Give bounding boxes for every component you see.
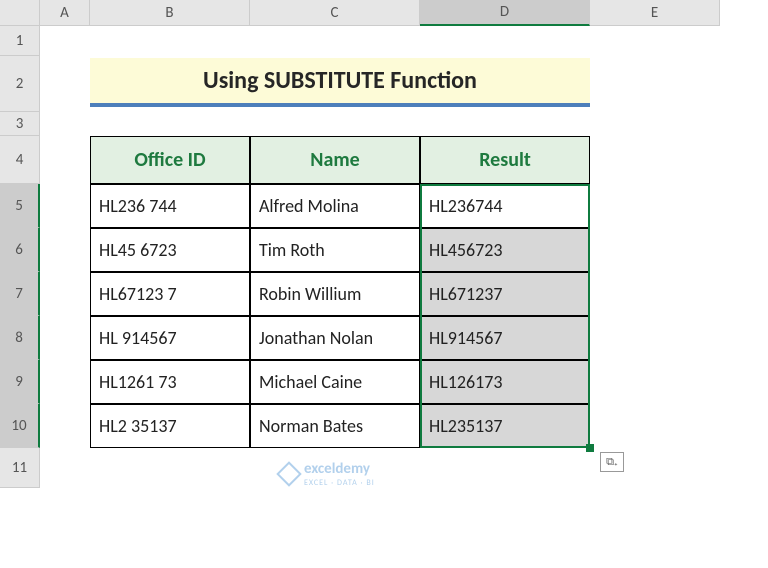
- cell-name[interactable]: Norman Bates: [250, 404, 420, 448]
- col-header-A[interactable]: A: [40, 0, 90, 26]
- row-header-11[interactable]: 11: [0, 448, 40, 488]
- row-header-6[interactable]: 6: [0, 228, 40, 272]
- row-header-1[interactable]: 1: [0, 26, 40, 56]
- cell-office-id[interactable]: HL1261 73: [90, 360, 250, 404]
- table-header-result[interactable]: Result: [420, 136, 590, 184]
- cell-office-id[interactable]: HL45 6723: [90, 228, 250, 272]
- row-header-7[interactable]: 7: [0, 272, 40, 316]
- cell-office-id[interactable]: HL236 744: [90, 184, 250, 228]
- table-header-name[interactable]: Name: [250, 136, 420, 184]
- row-header-3[interactable]: 3: [0, 112, 40, 136]
- cell-office-id[interactable]: HL 914567: [90, 316, 250, 360]
- cell-result[interactable]: HL235137: [420, 404, 590, 448]
- spreadsheet-grid: A B C D E 1 2 3 4 5 6 7 8 9 10 11 Using …: [0, 0, 768, 488]
- select-all-corner[interactable]: [0, 0, 40, 26]
- cell-result[interactable]: HL236744: [420, 184, 590, 228]
- cell-result[interactable]: HL456723: [420, 228, 590, 272]
- cell-name[interactable]: Robin Willium: [250, 272, 420, 316]
- row-header-10[interactable]: 10: [0, 404, 40, 448]
- row-header-9[interactable]: 9: [0, 360, 40, 404]
- cell-name[interactable]: Michael Caine: [250, 360, 420, 404]
- col-header-C[interactable]: C: [250, 0, 420, 26]
- cell-name[interactable]: Jonathan Nolan: [250, 316, 420, 360]
- title-row: Using SUBSTITUTE Function: [90, 56, 590, 112]
- col-header-E[interactable]: E: [590, 0, 720, 26]
- watermark-tagline: EXCEL · DATA · BI: [304, 478, 375, 488]
- cell-office-id[interactable]: HL2 35137: [90, 404, 250, 448]
- cell-result[interactable]: HL126173: [420, 360, 590, 404]
- cell-name[interactable]: Alfred Molina: [250, 184, 420, 228]
- watermark-icon: [276, 461, 301, 486]
- row-header-2[interactable]: 2: [0, 56, 40, 112]
- autofill-options-button[interactable]: ⧉₊: [600, 452, 624, 472]
- row-header-5[interactable]: 5: [0, 184, 40, 228]
- col-header-B[interactable]: B: [90, 0, 250, 26]
- watermark: exceldemy EXCEL · DATA · BI: [280, 460, 375, 488]
- cell-office-id[interactable]: HL67123 7: [90, 272, 250, 316]
- cell-name[interactable]: Tim Roth: [250, 228, 420, 272]
- page-title: Using SUBSTITUTE Function: [90, 58, 590, 107]
- cell-result[interactable]: HL914567: [420, 316, 590, 360]
- table-header-office-id[interactable]: Office ID: [90, 136, 250, 184]
- cell-result[interactable]: HL671237: [420, 272, 590, 316]
- col-header-D[interactable]: D: [420, 0, 590, 26]
- row-header-8[interactable]: 8: [0, 316, 40, 360]
- row-header-4[interactable]: 4: [0, 136, 40, 184]
- watermark-brand: exceldemy: [304, 460, 370, 478]
